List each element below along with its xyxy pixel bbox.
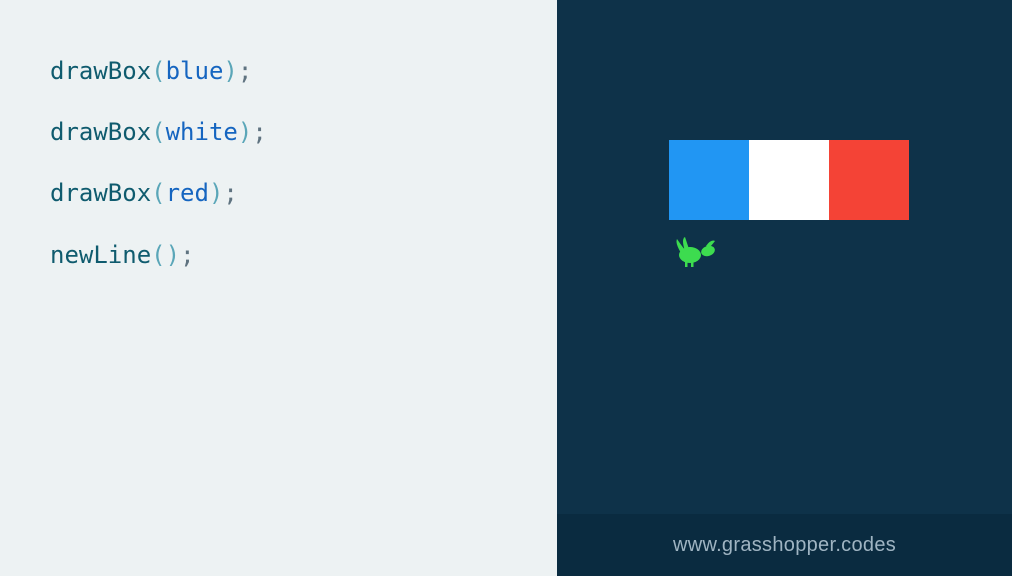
open-paren-token: ( [151, 179, 165, 207]
output-pane: www.grasshopper.codes [557, 0, 1012, 576]
drawn-boxes-row [669, 140, 909, 220]
open-paren-token: ( [151, 57, 165, 85]
code-line-4: newLine(); [50, 240, 507, 271]
semicolon-token: ; [252, 118, 266, 146]
close-paren-token: ) [238, 118, 252, 146]
code-editor-pane: drawBox(blue); drawBox(white); drawBox(r… [0, 0, 557, 576]
code-line-2: drawBox(white); [50, 117, 507, 148]
grasshopper-icon-svg [675, 237, 717, 269]
drawn-box-white [749, 140, 829, 220]
footer-url: www.grasshopper.codes [673, 534, 896, 557]
semicolon-token: ; [238, 57, 252, 85]
semicolon-token: ; [180, 241, 194, 269]
function-name-token: drawBox [50, 179, 151, 207]
code-line-1: drawBox(blue); [50, 56, 507, 87]
open-paren-token: ( [151, 118, 165, 146]
function-name-token: newLine [50, 241, 151, 269]
argument-token: blue [166, 57, 224, 85]
semicolon-token: ; [223, 179, 237, 207]
footer-bar: www.grasshopper.codes [557, 514, 1012, 576]
grasshopper-icon [675, 237, 717, 273]
argument-token: red [166, 179, 209, 207]
function-name-token: drawBox [50, 57, 151, 85]
close-paren-token: ) [209, 179, 223, 207]
drawn-box-red [829, 140, 909, 220]
open-paren-token: ( [151, 241, 165, 269]
close-paren-token: ) [166, 241, 180, 269]
argument-token: white [166, 118, 238, 146]
code-line-3: drawBox(red); [50, 178, 507, 209]
drawn-box-blue [669, 140, 749, 220]
function-name-token: drawBox [50, 118, 151, 146]
close-paren-token: ) [223, 57, 237, 85]
output-canvas [557, 0, 1012, 514]
